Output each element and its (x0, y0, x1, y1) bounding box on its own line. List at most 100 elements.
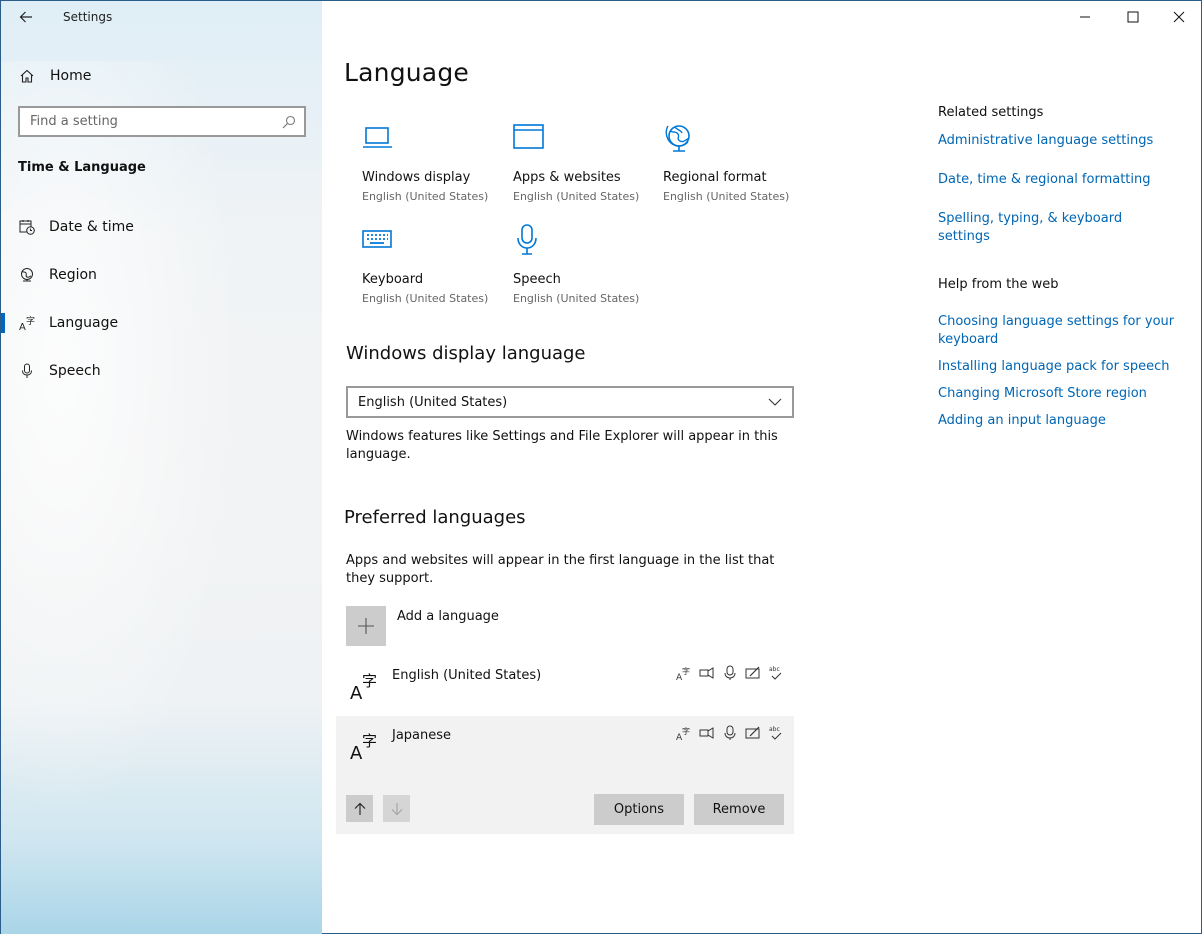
display-language-heading: Windows display language (346, 343, 586, 364)
tile-windows-display[interactable]: Windows display English (United States) (362, 122, 512, 203)
back-button[interactable] (13, 7, 39, 29)
remove-button[interactable]: Remove (694, 794, 784, 825)
tile-label: Regional format (663, 170, 767, 185)
spellcheck-feature-icon: abc (768, 665, 784, 681)
sidebar-item-speech[interactable]: Speech (1, 353, 322, 389)
tile-sublabel: English (United States) (362, 292, 489, 305)
display-language-feature-icon: A字 (676, 725, 692, 743)
close-icon (1173, 11, 1185, 23)
settings-window: Settings Home Time & Language Date & tim… (0, 0, 1202, 934)
move-up-button[interactable] (346, 795, 373, 822)
related-link-date-time-format[interactable]: Date, time & regional formatting (938, 171, 1178, 189)
microphone-icon (22, 363, 32, 378)
display-language-description: Windows features like Settings and File … (346, 429, 778, 462)
tile-label: Speech (513, 272, 561, 287)
svg-text:字: 字 (362, 672, 377, 690)
tile-regional-format[interactable]: Regional format English (United States) (663, 122, 813, 203)
speech-recognition-feature-icon (722, 725, 738, 741)
svg-text:字: 字 (682, 666, 690, 676)
display-language-feature-icon: A字 (676, 665, 692, 683)
help-link-store-region[interactable]: Changing Microsoft Store region (938, 385, 1178, 403)
handwriting-feature-icon (745, 725, 761, 741)
tile-label: Apps & websites (513, 170, 621, 185)
tile-label: Windows display (362, 170, 471, 185)
globe-icon (21, 268, 33, 282)
sidebar-item-label: Region (49, 267, 97, 283)
maximize-icon (1127, 11, 1139, 23)
tile-speech[interactable]: Speech English (United States) (513, 224, 663, 305)
maximize-button[interactable] (1110, 1, 1156, 33)
help-title: Help from the web (938, 277, 1059, 292)
home-icon (20, 69, 34, 83)
minimize-icon (1080, 16, 1090, 18)
plus-icon (358, 618, 374, 634)
options-button[interactable]: Options (594, 794, 684, 825)
regional-globe-icon (665, 125, 690, 152)
minimize-button[interactable] (1062, 1, 1108, 33)
related-link-spelling-typing[interactable]: Spelling, typing, & keyboard settings (938, 210, 1178, 246)
preferred-languages-description: Apps and websites will appear in the fir… (346, 553, 775, 586)
close-button[interactable] (1156, 1, 1202, 33)
tile-sublabel: English (United States) (513, 292, 640, 305)
language-name: Japanese (392, 728, 452, 743)
search-box[interactable] (18, 106, 306, 137)
home-label: Home (50, 68, 92, 84)
text-to-speech-feature-icon (699, 665, 715, 681)
arrow-down-icon (391, 802, 402, 815)
tile-sublabel: English (United States) (513, 190, 640, 203)
microphone-icon (517, 224, 537, 255)
search-icon[interactable] (282, 115, 296, 129)
language-features: A字 abc (676, 665, 784, 683)
page-title: Language (344, 58, 469, 87)
display-language-dropdown[interactable]: English (United States) (346, 386, 794, 418)
language-name: English (United States) (392, 668, 542, 683)
sidebar: Settings Home Time & Language Date & tim… (1, 1, 322, 934)
preferred-languages-heading: Preferred languages (344, 507, 526, 528)
tile-sublabel: English (United States) (663, 190, 790, 203)
svg-text:A: A (19, 322, 26, 331)
svg-text:abc: abc (769, 726, 780, 733)
svg-text:字: 字 (26, 315, 35, 327)
sidebar-item-label: Language (49, 315, 119, 331)
language-item-english[interactable]: A 字 English (United States) A字 abc (336, 658, 794, 714)
calendar-clock-icon (19, 220, 35, 235)
sidebar-item-date-time[interactable]: Date & time (1, 209, 322, 245)
move-down-button[interactable] (383, 795, 410, 822)
related-link-admin-language[interactable]: Administrative language settings (938, 132, 1178, 150)
dropdown-value: English (United States) (358, 394, 508, 410)
language-features: A字 abc (676, 725, 784, 743)
tile-apps-websites[interactable]: Apps & websites English (United States) (513, 122, 663, 203)
browser-window-icon (513, 124, 544, 149)
tile-label: Keyboard (362, 272, 424, 287)
laptop-icon (363, 127, 392, 148)
language-glyph-icon: A 字 (350, 672, 377, 701)
sidebar-item-region[interactable]: Region (1, 257, 322, 293)
plus-icon-box (346, 606, 386, 646)
language-glyph-icon: A 字 (350, 732, 377, 761)
svg-text:字: 字 (682, 726, 690, 736)
chevron-down-icon (768, 398, 782, 406)
sidebar-item-language[interactable]: A 字 Language (1, 305, 322, 341)
section-title: Time & Language (18, 160, 146, 175)
back-arrow-icon (19, 11, 32, 23)
help-link-speech-pack[interactable]: Installing language pack for speech (938, 358, 1178, 376)
tile-sublabel: English (United States) (362, 190, 489, 203)
add-language-button[interactable]: Add a language (346, 606, 499, 646)
related-settings-title: Related settings (938, 105, 1044, 120)
search-input[interactable] (20, 114, 282, 129)
svg-text:abc: abc (769, 666, 780, 673)
tile-keyboard[interactable]: Keyboard English (United States) (362, 224, 512, 305)
spellcheck-feature-icon: abc (768, 725, 784, 741)
svg-text:字: 字 (362, 732, 377, 750)
sidebar-item-label: Date & time (49, 219, 134, 235)
text-to-speech-feature-icon (699, 725, 715, 741)
add-language-label: Add a language (397, 609, 499, 624)
app-title: Settings (63, 10, 113, 24)
keyboard-icon (362, 230, 392, 248)
handwriting-feature-icon (745, 665, 761, 681)
help-link-keyboard[interactable]: Choosing language settings for your keyb… (938, 313, 1178, 349)
language-icon: A 字 (19, 315, 35, 331)
help-link-input-language[interactable]: Adding an input language (938, 412, 1178, 430)
home-nav-item[interactable]: Home (19, 65, 91, 87)
arrow-up-icon (354, 802, 365, 815)
